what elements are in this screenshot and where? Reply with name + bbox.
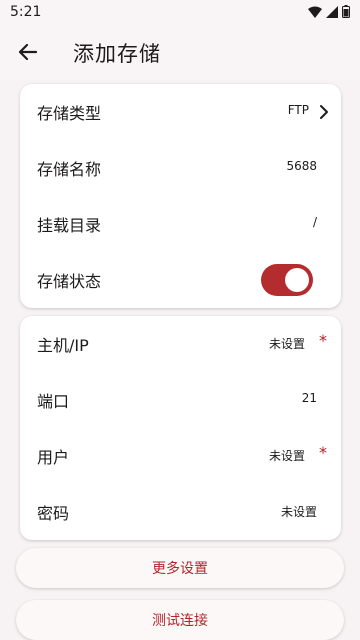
port-value: 21 (301, 391, 317, 405)
battery-icon (342, 5, 350, 18)
password-row[interactable]: 密码 未设置 (20, 484, 341, 540)
storage-type-label: 存储类型 (37, 104, 102, 123)
page-title: 添加存储 (73, 42, 161, 66)
status-bar: 5:21 (0, 0, 360, 24)
storage-state-toggle[interactable] (261, 264, 313, 296)
storage-name-value: 5688 (286, 159, 317, 173)
storage-type-value: FTP (287, 103, 309, 117)
storage-basic-card: 存储类型 FTP 存储名称 5688 挂载目录 / 存储状态 (20, 84, 341, 308)
storage-name-row[interactable]: 存储名称 5688 (20, 140, 341, 196)
port-row[interactable]: 端口 21 (20, 372, 341, 428)
host-label: 主机/IP (37, 336, 89, 355)
mount-dir-value: / (312, 215, 317, 229)
required-mark: * (319, 443, 327, 462)
password-value: 未设置 (280, 505, 317, 519)
wifi-icon (308, 6, 322, 18)
toggle-knob (285, 268, 309, 292)
back-button[interactable] (12, 36, 44, 68)
user-value: 未设置 (268, 449, 305, 463)
more-settings-button[interactable]: 更多设置 (16, 548, 344, 588)
port-label: 端口 (37, 392, 70, 411)
password-label: 密码 (37, 504, 70, 523)
connection-card: 主机/IP 未设置 * 端口 21 用户 未设置 * 密码 未设置 (20, 316, 341, 540)
signal-icon (326, 5, 338, 18)
status-icons (308, 5, 350, 18)
user-row[interactable]: 用户 未设置 * (20, 428, 341, 484)
chevron-right-icon (320, 105, 328, 119)
storage-type-row[interactable]: 存储类型 FTP (20, 84, 341, 140)
user-label: 用户 (37, 448, 70, 467)
status-time: 5:21 (10, 4, 42, 20)
arrow-left-icon (18, 43, 38, 61)
storage-state-label: 存储状态 (37, 272, 102, 291)
app-bar: 添加存储 (0, 24, 360, 80)
mount-dir-label: 挂载目录 (37, 216, 102, 235)
mount-dir-row[interactable]: 挂载目录 / (20, 196, 341, 252)
test-connection-button[interactable]: 测试连接 (16, 600, 344, 640)
host-row[interactable]: 主机/IP 未设置 * (20, 316, 341, 372)
host-value: 未设置 (268, 337, 305, 351)
storage-name-label: 存储名称 (37, 160, 102, 179)
required-mark: * (319, 331, 327, 350)
storage-state-row: 存储状态 (20, 252, 341, 308)
